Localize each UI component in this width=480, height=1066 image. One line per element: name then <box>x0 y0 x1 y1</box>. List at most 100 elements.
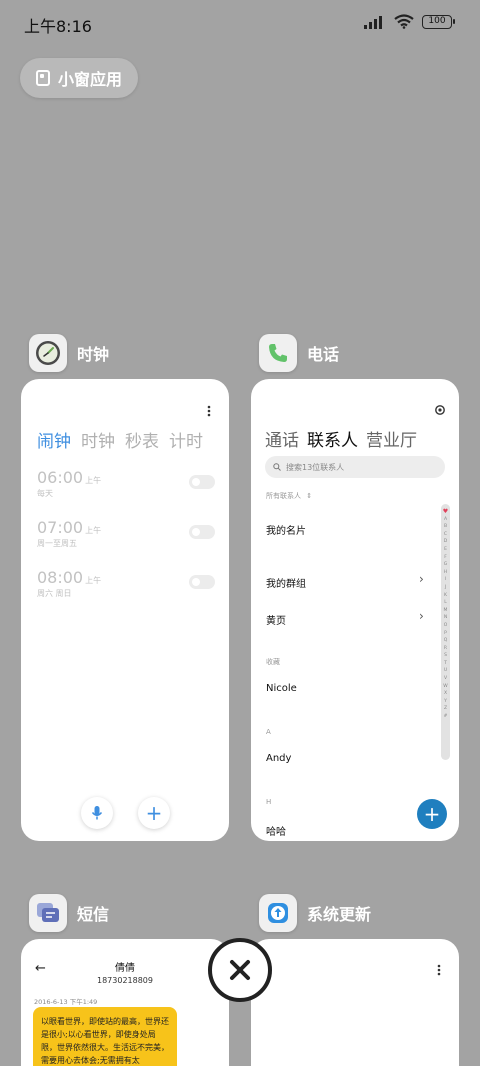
section-label-a: A <box>266 728 271 736</box>
wifi-icon <box>394 14 414 29</box>
index-letter[interactable]: Y <box>444 698 447 706</box>
alarm-toggle[interactable] <box>189 575 215 589</box>
system-update-app-header[interactable]: 系统更新 <box>259 894 371 932</box>
contact-row[interactable]: Nicole <box>266 683 297 694</box>
index-letter[interactable]: Z <box>444 705 447 713</box>
tab-calls[interactable]: 通话 <box>265 426 299 451</box>
search-icon <box>273 463 281 471</box>
add-alarm-button[interactable]: + <box>138 797 170 829</box>
chevron-right-icon: › <box>419 572 424 586</box>
index-letter[interactable]: M <box>444 607 448 615</box>
clock-app-icon <box>29 334 67 372</box>
index-letter[interactable]: J <box>445 584 446 592</box>
signal-icon <box>364 15 382 29</box>
index-letter[interactable]: B <box>444 523 447 531</box>
index-letter[interactable]: T <box>444 660 447 668</box>
index-letter[interactable]: P <box>444 630 447 638</box>
phone-tabs: 通话 联系人 营业厅 <box>265 426 417 451</box>
system-update-app-icon <box>259 894 297 932</box>
index-letter[interactable]: A <box>444 516 447 524</box>
favorites-section-label: 收藏 <box>266 658 280 666</box>
more-options-icon[interactable] <box>437 964 441 976</box>
all-contacts-filter[interactable]: 所有联系人 ⇕ <box>266 491 312 501</box>
clock-app-header[interactable]: 时钟 <box>29 334 109 372</box>
phone-app-header[interactable]: 电话 <box>259 334 339 372</box>
index-letter[interactable]: L <box>444 599 447 607</box>
index-letter[interactable]: O <box>444 622 448 630</box>
system-update-app-card[interactable] <box>251 939 459 1066</box>
index-letter[interactable]: W <box>443 683 447 691</box>
tab-timer[interactable]: 计时 <box>169 427 203 452</box>
clock-app-name: 时钟 <box>77 345 110 364</box>
search-placeholder: 搜索13位联系人 <box>286 462 345 472</box>
clear-all-button[interactable] <box>208 938 272 1002</box>
alarm-time: 07:00 <box>37 518 84 537</box>
index-letter[interactable]: # <box>444 713 448 721</box>
tab-clock[interactable]: 时钟 <box>81 427 115 452</box>
battery-icon: 100 <box>422 14 455 29</box>
alarm-repeat: 每天 <box>37 489 53 498</box>
index-letter[interactable]: E <box>444 546 447 554</box>
contact-number: 18730218809 <box>97 976 153 985</box>
my-card-row[interactable]: 我的名片 <box>266 522 306 537</box>
sms-app-card[interactable]: ← 倩倩 18730218809 2016-6-13 下午1:49 以眼看世界，… <box>21 939 229 1066</box>
contact-search-input[interactable]: 搜索13位联系人 <box>265 456 445 478</box>
alarm-ampm: 上午 <box>85 576 102 585</box>
tab-service-hall[interactable]: 营业厅 <box>366 426 417 451</box>
index-letter[interactable]: R <box>444 645 447 653</box>
sms-app-header[interactable]: 短信 <box>29 894 109 932</box>
floating-window-label: 小窗应用 <box>58 70 123 89</box>
tab-stopwatch[interactable]: 秒表 <box>125 427 159 452</box>
tab-alarm[interactable]: 闹钟 <box>37 427 71 452</box>
message-bubble[interactable]: 以眼看世界，即使站的最高，世界还是很小;以心看世界，即使身处局限，世界依然很大。… <box>33 1007 177 1066</box>
alarm-ampm: 上午 <box>85 476 102 485</box>
alarm-repeat: 周一至周五 <box>37 539 77 548</box>
index-letter[interactable]: N <box>444 614 447 622</box>
contact-row[interactable]: Andy <box>266 753 291 764</box>
alarm-toggle[interactable] <box>189 525 215 539</box>
index-letter[interactable]: D <box>444 538 447 546</box>
index-letter[interactable]: G <box>444 561 448 569</box>
index-letter[interactable]: ♥ <box>443 508 448 516</box>
phone-app-name: 电话 <box>307 345 340 364</box>
my-groups-row[interactable]: 我的群组 <box>266 575 306 590</box>
index-letter[interactable]: Q <box>444 637 448 645</box>
plus-icon: + <box>423 802 441 826</box>
more-options-icon[interactable] <box>207 405 211 417</box>
index-letter[interactable]: X <box>444 690 447 698</box>
index-letter[interactable]: K <box>444 592 447 600</box>
tab-contacts[interactable]: 联系人 <box>307 426 358 451</box>
sms-app-name: 短信 <box>77 905 110 924</box>
clock-tabs: 闹钟 时钟 秒表 计时 <box>37 427 203 452</box>
status-time: 上午8:16 <box>24 17 92 36</box>
phone-app-icon <box>259 334 297 372</box>
contact-row[interactable]: 哈哈 <box>266 823 286 838</box>
voice-alarm-button[interactable] <box>81 797 113 829</box>
conversation-header: 倩倩 18730218809 <box>21 959 229 985</box>
index-letter[interactable]: U <box>444 667 447 675</box>
index-letter[interactable]: V <box>444 675 447 683</box>
alarm-ampm: 上午 <box>85 526 102 535</box>
alarm-repeat: 周六 周日 <box>37 589 72 598</box>
alarm-time: 06:00 <box>37 468 84 487</box>
alphabet-index-bar[interactable]: ♥ A B C D E F G H I J K L M N O P Q R S T U V W X Y Z # <box>441 504 450 760</box>
index-letter[interactable]: H <box>444 569 447 577</box>
section-label-h: H <box>266 798 272 806</box>
index-letter[interactable]: I <box>445 576 446 584</box>
clock-app-card[interactable]: 闹钟 时钟 秒表 计时 06:00 上午 每天 07:00 上午 周一至周五 08:… <box>21 379 229 841</box>
index-letter[interactable]: F <box>444 554 447 562</box>
floating-window-apps-button[interactable]: 小窗应用 <box>20 58 138 98</box>
contact-name: 倩倩 <box>115 963 135 974</box>
add-contact-button[interactable]: + <box>417 799 447 829</box>
status-bar: 上午8:16 100 <box>0 0 480 46</box>
status-icons: 100 <box>364 14 455 29</box>
phone-app-card[interactable]: 通话 联系人 营业厅 搜索13位联系人 所有联系人 ⇕ 我的名片 我的群组 › … <box>251 379 459 841</box>
message-date: 2016-6-13 下午1:49 <box>34 998 98 1006</box>
index-letter[interactable]: C <box>444 531 447 539</box>
alarm-toggle[interactable] <box>189 475 215 489</box>
index-letter[interactable]: S <box>444 652 447 660</box>
yellow-pages-row[interactable]: 黄页 <box>266 612 286 627</box>
sms-app-icon <box>29 894 67 932</box>
alarm-time: 08:00 <box>37 568 84 587</box>
settings-icon[interactable] <box>434 404 446 416</box>
